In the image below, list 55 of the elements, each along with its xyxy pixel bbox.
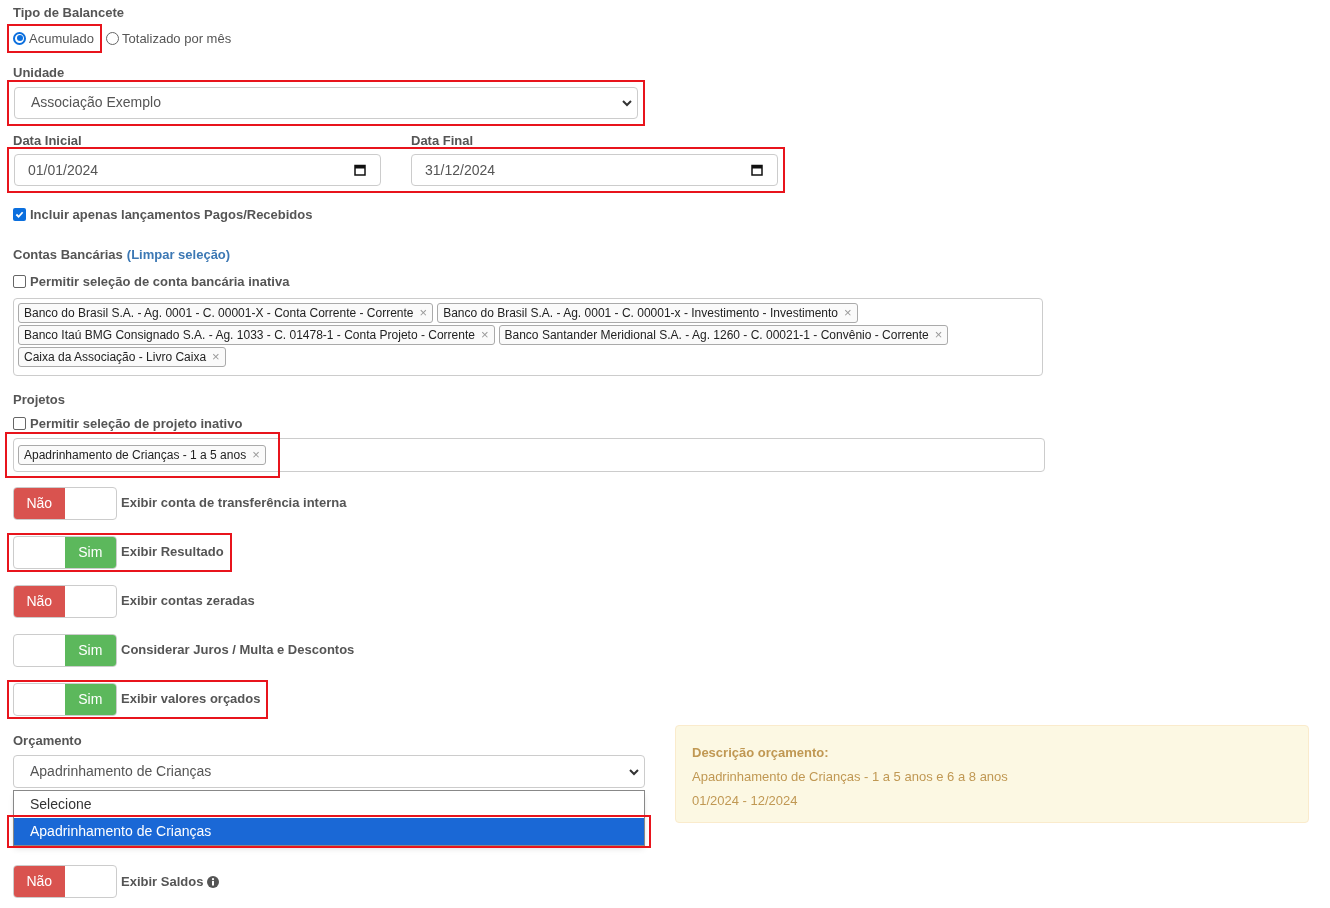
calendar-icon bbox=[751, 164, 763, 176]
budget-select[interactable]: Apadrinhamento de Crianças bbox=[13, 755, 645, 788]
field-label: Data Inicial bbox=[13, 131, 83, 150]
remove-icon[interactable]: × bbox=[934, 328, 943, 341]
field-label: Orçamento bbox=[13, 731, 83, 750]
selected-tag: Caixa da Associação - Livro Caixa bbox=[24, 347, 207, 366]
toggle-label: Considerar Juros / Multa e Descontos bbox=[121, 641, 355, 660]
checkbox[interactable] bbox=[13, 208, 26, 222]
field-label: Projetos bbox=[13, 390, 66, 409]
toggle-label: Exibir Resultado bbox=[121, 543, 224, 562]
toggle-label: Exibir valores orçados bbox=[121, 690, 261, 709]
info-icon bbox=[207, 875, 220, 888]
date-field[interactable]: 01/01/2024 bbox=[14, 154, 381, 186]
panel-text: Apadrinhamento de Crianças - 1 a 5 anos e 6 a 8 anos bbox=[692, 767, 1009, 786]
toggle-label: Exibir contas zeradas bbox=[121, 592, 255, 611]
remove-icon[interactable]: × bbox=[844, 306, 852, 319]
toggle-switch[interactable]: Não bbox=[13, 865, 117, 898]
date-field[interactable]: 31/12/2024 bbox=[411, 154, 778, 186]
toggle-switch[interactable]: Sim bbox=[13, 682, 117, 716]
calendar-icon bbox=[354, 164, 366, 176]
radio-label: Acumulado bbox=[29, 29, 95, 48]
checkbox-label: Permitir seleção de projeto inativo bbox=[30, 415, 243, 433]
remove-icon[interactable]: × bbox=[212, 350, 220, 363]
toggle-label: Exibir conta de transferência interna bbox=[121, 494, 347, 513]
bank-accounts-multiselect[interactable] bbox=[13, 297, 1043, 376]
selected-tag: Apadrinhamento de Crianças - 1 a 5 anos bbox=[24, 445, 247, 464]
remove-icon[interactable]: × bbox=[480, 328, 489, 341]
selected-tag: Banco do Brasil S.A. - Ag. 0001 - C. 00001-x - Investimento - Investimento bbox=[443, 303, 838, 322]
remove-icon[interactable]: × bbox=[419, 306, 428, 319]
field-label: Tipo de Balancete bbox=[13, 4, 125, 22]
toggle-switch[interactable]: Sim bbox=[13, 633, 117, 667]
radio-label: Totalizado por mês bbox=[122, 29, 232, 48]
field-label: Data Final bbox=[411, 131, 475, 150]
field-label: Unidade bbox=[13, 64, 66, 82]
clear-selection-link[interactable]: (Limpar seleção) bbox=[126, 244, 231, 264]
checkbox-label: Permitir seleção de conta bancária inativa bbox=[30, 273, 290, 291]
panel-title: Descrição orçamento: bbox=[692, 743, 830, 762]
toggle-switch[interactable]: Não bbox=[13, 584, 117, 618]
selected-tag: Banco do Brasil S.A. - Ag. 0001 - C. 00001-X - Conta Corrente - Corrente bbox=[24, 303, 414, 322]
selected-tag: Banco Itaú BMG Consignado S.A. - Ag. 1033 - C. 01478-1 - Conta Projeto - Corrente bbox=[24, 325, 475, 344]
selected-tag: Banco Santander Meridional S.A. - Ag. 1260 - C. 00021-1 - Convênio - Corrente bbox=[504, 325, 929, 344]
field-label: Contas Bancárias bbox=[13, 245, 123, 264]
remove-icon[interactable]: × bbox=[252, 448, 260, 461]
dropdown-option[interactable]: Apadrinhamento de Crianças bbox=[14, 818, 644, 845]
panel-text: 01/2024 - 12/2024 bbox=[692, 791, 799, 810]
toggle-switch[interactable]: Sim bbox=[13, 535, 117, 569]
checkbox[interactable] bbox=[13, 275, 26, 289]
toggle-label: Exibir Saldos bbox=[121, 872, 204, 891]
unit-select[interactable]: Associação Exemplo bbox=[14, 86, 638, 119]
dropdown-option[interactable]: Selecione bbox=[14, 791, 644, 818]
checkbox-label: Incluir apenas lançamentos Pagos/Recebidos bbox=[30, 206, 313, 224]
checkbox[interactable] bbox=[13, 417, 26, 431]
toggle-switch[interactable]: Não bbox=[13, 486, 117, 520]
projects-multiselect[interactable]: Apadrinhamento de Crianças - 1 a 5 anos × bbox=[13, 437, 1045, 472]
radio-button[interactable] bbox=[13, 31, 26, 45]
